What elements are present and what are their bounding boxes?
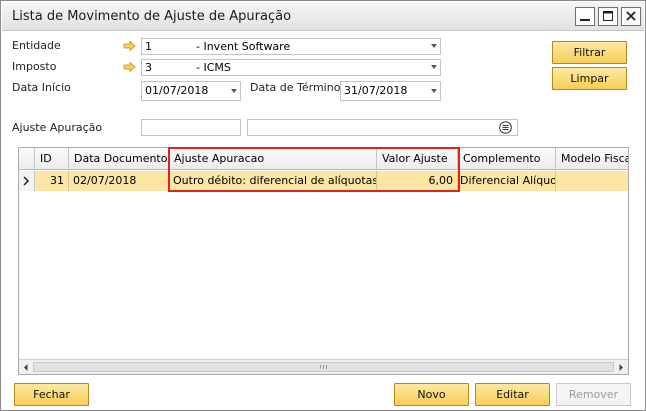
table-row[interactable]: 31 02/07/2018 Outro débito: diferencial … (19, 171, 628, 191)
data-inicio-field[interactable]: 01/07/2018 (141, 81, 241, 101)
close-icon (626, 11, 636, 21)
close-window-button[interactable] (621, 7, 641, 26)
scroll-thumb[interactable] (33, 362, 614, 372)
cell-valor-ajuste[interactable]: 6,00 (377, 171, 458, 191)
column-header-valor-ajuste[interactable]: Valor Ajuste (377, 148, 458, 170)
ajuste-desc-field[interactable] (247, 119, 518, 136)
link-arrow-icon[interactable] (123, 41, 136, 51)
maximize-icon (603, 11, 613, 21)
data-termino-label: Data de Término (250, 81, 341, 94)
link-arrow-icon[interactable] (123, 62, 136, 72)
imposto-code: 3 (145, 61, 152, 74)
movement-table: ID Data Documento Ajuste Apuracao Valor … (18, 147, 629, 375)
data-inicio-label: Data Início (12, 81, 71, 94)
title-bar[interactable]: Lista de Movimento de Ajuste de Apuração (2, 2, 644, 31)
data-inicio-value: 01/07/2018 (145, 84, 209, 97)
ajuste-code-field[interactable] (141, 119, 241, 136)
cell-complemento[interactable]: Diferencial Alíquota (458, 171, 556, 191)
chevron-down-icon[interactable] (431, 44, 437, 48)
table-header: ID Data Documento Ajuste Apuracao Valor … (19, 148, 628, 170)
entidade-name: - Invent Software (196, 40, 291, 53)
entidade-field[interactable]: 1 - Invent Software (141, 38, 441, 55)
cell-data-documento[interactable]: 02/07/2018 (69, 171, 169, 191)
chevron-down-icon[interactable] (431, 89, 437, 93)
limpar-button[interactable]: Limpar (552, 67, 627, 90)
novo-button[interactable]: Novo (394, 383, 469, 406)
horizontal-scrollbar[interactable] (19, 359, 628, 374)
scroll-left-icon[interactable] (20, 361, 32, 374)
maximize-button[interactable] (598, 7, 618, 26)
entidade-code: 1 (145, 40, 152, 53)
cell-ajuste-apuracao[interactable]: Outro débito: diferencial de alíquotas-1… (169, 171, 377, 191)
imposto-name: - ICMS (196, 61, 231, 74)
header-row-selector (19, 148, 35, 170)
column-header-id[interactable]: ID (35, 148, 69, 170)
window-title: Lista de Movimento de Ajuste de Apuração (12, 9, 292, 24)
minimize-icon (580, 19, 590, 21)
column-header-data-documento[interactable]: Data Documento (69, 148, 169, 170)
cell-modelo-fiscal[interactable] (556, 171, 628, 191)
data-termino-value: 31/07/2018 (344, 84, 408, 97)
imposto-field[interactable]: 3 - ICMS (141, 59, 441, 76)
column-header-ajuste-apuracao[interactable]: Ajuste Apuracao (169, 148, 377, 170)
fechar-button[interactable]: Fechar (14, 383, 89, 406)
imposto-label: Imposto (12, 60, 57, 73)
data-termino-field[interactable]: 31/07/2018 (340, 81, 441, 101)
cell-id[interactable]: 31 (35, 171, 69, 191)
column-header-modelo-fiscal[interactable]: Modelo Fiscal (556, 148, 628, 170)
minimize-button[interactable] (575, 7, 595, 26)
column-header-complemento[interactable]: Complemento (458, 148, 556, 170)
chevron-right-icon (23, 176, 30, 186)
filtrar-button[interactable]: Filtrar (552, 41, 627, 64)
chevron-down-icon[interactable] (431, 65, 437, 69)
row-selector[interactable] (19, 171, 35, 191)
entidade-label: Entidade (12, 39, 61, 52)
scroll-right-icon[interactable] (615, 361, 627, 374)
chevron-down-icon[interactable] (231, 89, 237, 93)
main-window: Lista de Movimento de Ajuste de Apuração… (0, 0, 646, 411)
remover-button[interactable]: Remover (556, 383, 631, 406)
grip-icon (320, 365, 327, 369)
ajuste-apuracao-label: Ajuste Apuração (12, 121, 103, 134)
list-icon[interactable] (499, 121, 512, 134)
editar-button[interactable]: Editar (475, 383, 550, 406)
